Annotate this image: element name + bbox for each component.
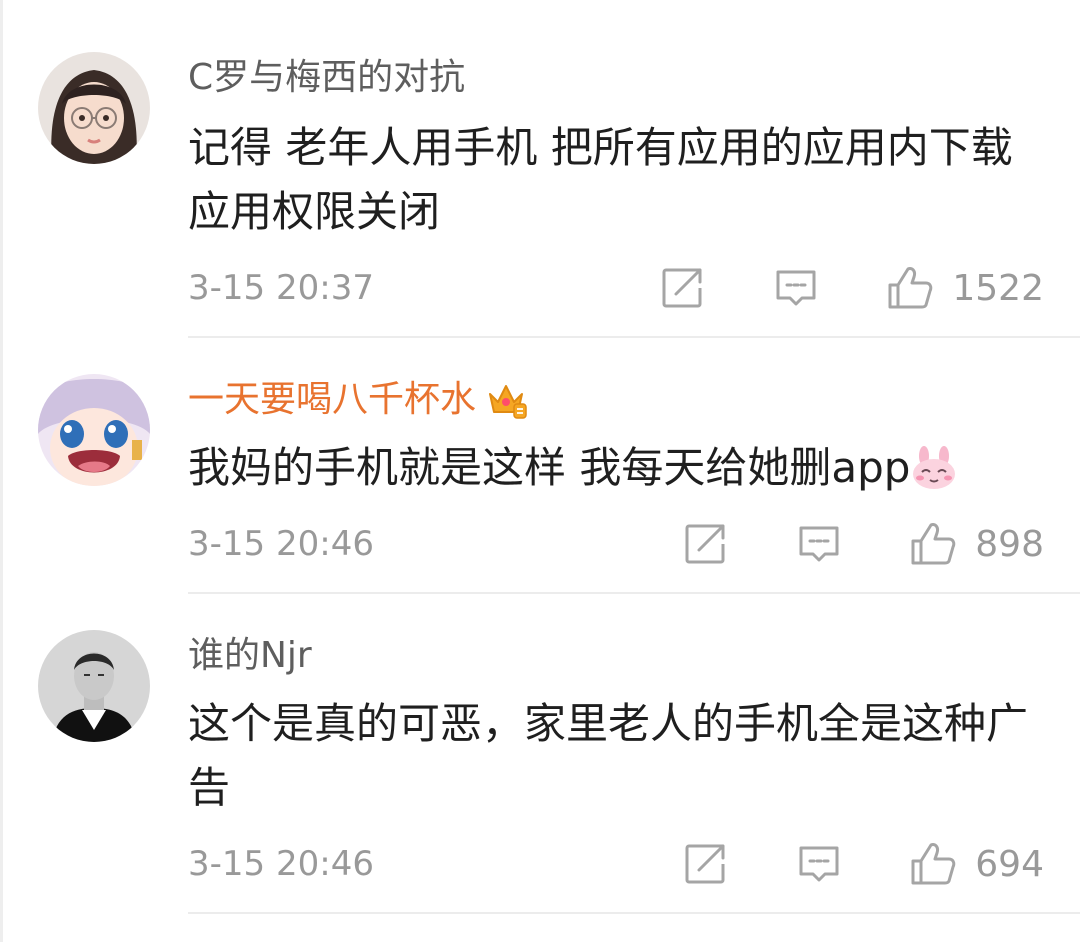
avatar[interactable] (38, 52, 150, 164)
share-button[interactable] (683, 842, 727, 886)
divider (188, 912, 1080, 914)
like-count: 1522 (952, 267, 1044, 309)
avatar[interactable] (38, 374, 150, 486)
comment-actions: 1522 (660, 264, 1044, 312)
comment-text: 记得 老年人用手机 把所有应用的应用内下载应用权限关闭 (188, 123, 1013, 236)
like-button[interactable]: 1522 (886, 265, 1044, 311)
bunny-emoji-icon (913, 446, 956, 489)
reply-button[interactable] (774, 266, 818, 310)
divider (188, 592, 1080, 594)
divider (188, 336, 1080, 338)
like-button[interactable]: 694 (909, 841, 1044, 887)
thumbs-up-icon (888, 267, 933, 309)
share-icon (662, 268, 702, 308)
comment-icon (799, 526, 839, 562)
comment-actions: 898 (683, 520, 1044, 568)
username[interactable]: 谁的Njr (188, 636, 312, 676)
share-button[interactable] (660, 266, 704, 310)
reply-button[interactable] (797, 522, 841, 566)
share-button[interactable] (683, 522, 727, 566)
timestamp: 3-15 20:46 (188, 524, 374, 564)
comment-icon (776, 270, 816, 306)
share-icon (685, 524, 725, 564)
username[interactable]: 一天要喝八千杯水 (188, 380, 528, 420)
like-count: 898 (975, 523, 1044, 565)
timestamp: 3-15 20:37 (188, 268, 374, 308)
avatar[interactable] (38, 630, 150, 742)
comment-icon (799, 846, 839, 882)
thumbs-up-icon (911, 523, 956, 565)
like-button[interactable]: 898 (909, 521, 1044, 567)
crown-icon (489, 385, 527, 419)
like-count: 694 (975, 843, 1044, 885)
comment-text-content: 我妈的手机就是这样 我每天给她删app (188, 443, 911, 492)
comment-text: 这个是真的可恶，家里老人的手机全是这种广告 (188, 699, 1029, 812)
comment-actions: 694 (683, 840, 1044, 888)
share-icon (685, 844, 725, 884)
reply-button[interactable] (797, 842, 841, 886)
timestamp: 3-15 20:46 (188, 844, 374, 884)
thumbs-up-icon (911, 843, 956, 885)
username[interactable]: C罗与梅西的对抗 (188, 58, 465, 98)
username-text: 一天要喝八千杯水 (188, 379, 477, 420)
left-edge (0, 0, 3, 942)
comment-text: 我妈的手机就是这样 我每天给她删app (188, 436, 1048, 500)
